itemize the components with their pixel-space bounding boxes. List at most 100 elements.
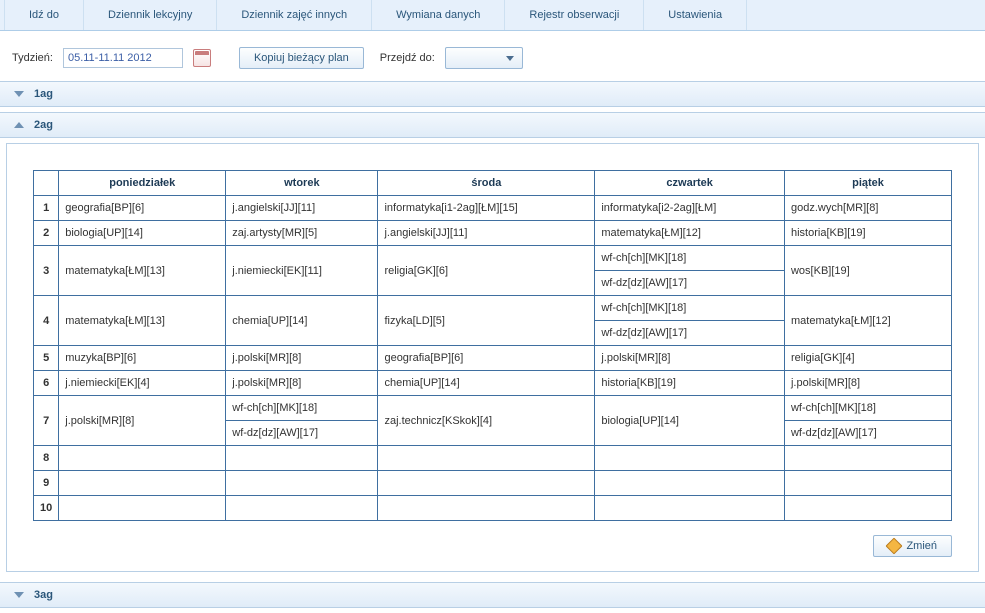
col-thu: czwartek [595, 171, 785, 196]
lesson-cell[interactable] [226, 446, 378, 471]
lesson-cell[interactable]: j.polski[MR][8] [226, 371, 378, 396]
period-num: 10 [34, 496, 59, 521]
table-row: 9 [34, 471, 952, 496]
lesson-cell[interactable]: j.angielski[JJ][11] [378, 221, 595, 246]
lesson-cell[interactable]: fizyka[LD][5] [378, 296, 595, 346]
lesson-cell[interactable]: religia[GK][6] [378, 246, 595, 296]
lesson-cell[interactable]: wos[KB][19] [784, 246, 951, 296]
lesson-cell[interactable]: j.polski[MR][8] [784, 371, 951, 396]
period-num: 2 [34, 221, 59, 246]
goto-select[interactable] [445, 47, 523, 69]
lesson-cell[interactable] [226, 496, 378, 521]
pencil-icon [886, 538, 903, 555]
lesson-cell[interactable]: zaj.technicz[KSkok][4] [378, 396, 595, 446]
table-row: 7 j.polski[MR][8] wf-ch[ch][MK][18]wf-dz… [34, 396, 952, 446]
lesson-cell[interactable]: godz.wych[MR][8] [784, 196, 951, 221]
period-num: 9 [34, 471, 59, 496]
col-fri: piątek [784, 171, 951, 196]
lesson-cell[interactable]: j.polski[MR][8] [226, 346, 378, 371]
lesson-cell[interactable]: j.polski[MR][8] [595, 346, 785, 371]
col-wed: środa [378, 171, 595, 196]
period-num: 1 [34, 196, 59, 221]
toolbar: Tydzień: Kopiuj bieżący plan Przejdź do: [0, 31, 985, 81]
lesson-cell[interactable]: wf-ch[ch][MK][18]wf-dz[dz][AW][17] [784, 396, 951, 446]
section-3ag[interactable]: 3ag [0, 582, 985, 608]
col-number [34, 171, 59, 196]
table-row: 8 [34, 446, 952, 471]
lesson-cell[interactable]: religia[GK][4] [784, 346, 951, 371]
tab-observ[interactable]: Rejestr obserwacji [505, 0, 644, 30]
lesson-cell[interactable] [378, 446, 595, 471]
col-tue: wtorek [226, 171, 378, 196]
period-num: 3 [34, 246, 59, 296]
section-title: 2ag [34, 119, 53, 131]
period-num: 5 [34, 346, 59, 371]
lesson-cell[interactable] [784, 496, 951, 521]
lesson-cell[interactable]: wf-ch[ch][MK][18]wf-dz[dz][AW][17] [226, 396, 378, 446]
tab-goto[interactable]: Idź do [4, 0, 84, 30]
lesson-cell[interactable] [595, 446, 785, 471]
lesson-cell[interactable] [59, 471, 226, 496]
lesson-cell[interactable]: wf-ch[ch][MK][18]wf-dz[dz][AW][17] [595, 296, 785, 346]
section-title: 1ag [34, 88, 53, 100]
lesson-cell[interactable]: historia[KB][19] [595, 371, 785, 396]
lesson-cell[interactable] [378, 471, 595, 496]
goto-label: Przejdź do: [380, 52, 435, 64]
lesson-cell[interactable]: historia[KB][19] [784, 221, 951, 246]
lesson-cell[interactable] [226, 471, 378, 496]
lesson-cell[interactable]: matematyka[ŁM][12] [784, 296, 951, 346]
period-num: 7 [34, 396, 59, 446]
lesson-cell[interactable]: j.niemiecki[EK][11] [226, 246, 378, 296]
timetable-panel: poniedziałek wtorek środa czwartek piąte… [6, 143, 979, 572]
lesson-cell[interactable] [595, 471, 785, 496]
lesson-cell[interactable]: matematyka[ŁM][13] [59, 296, 226, 346]
lesson-cell[interactable]: j.niemiecki[EK][4] [59, 371, 226, 396]
tab-exchange[interactable]: Wymiana danych [372, 0, 505, 30]
lesson-cell[interactable]: wf-ch[ch][MK][18]wf-dz[dz][AW][17] [595, 246, 785, 296]
table-row: 5 muzyka[BP][6] j.polski[MR][8] geografi… [34, 346, 952, 371]
table-row: 10 [34, 496, 952, 521]
chevron-down-icon [506, 56, 514, 61]
edit-button[interactable]: Zmień [873, 535, 952, 557]
section-title: 3ag [34, 589, 53, 601]
copy-plan-button[interactable]: Kopiuj bieżący plan [239, 47, 364, 69]
chevron-up-icon [14, 122, 24, 128]
lesson-cell[interactable]: matematyka[ŁM][12] [595, 221, 785, 246]
col-mon: poniedziałek [59, 171, 226, 196]
lesson-cell[interactable]: biologia[UP][14] [59, 221, 226, 246]
lesson-cell[interactable]: j.polski[MR][8] [59, 396, 226, 446]
lesson-cell[interactable]: zaj.artysty[MR][5] [226, 221, 378, 246]
table-row: 1 geografia[BP][6] j.angielski[JJ][11] i… [34, 196, 952, 221]
lesson-cell[interactable]: j.angielski[JJ][11] [226, 196, 378, 221]
tab-lesson[interactable]: Dziennik lekcyjny [84, 0, 217, 30]
lesson-cell[interactable]: chemia[UP][14] [378, 371, 595, 396]
tab-settings[interactable]: Ustawienia [644, 0, 747, 30]
table-row: 6 j.niemiecki[EK][4] j.polski[MR][8] che… [34, 371, 952, 396]
lesson-cell[interactable]: matematyka[ŁM][13] [59, 246, 226, 296]
week-label: Tydzień: [12, 52, 53, 64]
table-row: 2 biologia[UP][14] zaj.artysty[MR][5] j.… [34, 221, 952, 246]
period-num: 6 [34, 371, 59, 396]
lesson-cell[interactable]: informatyka[i1-2ag][ŁM][15] [378, 196, 595, 221]
lesson-cell[interactable] [59, 496, 226, 521]
week-input[interactable] [63, 48, 183, 68]
lesson-cell[interactable]: geografia[BP][6] [59, 196, 226, 221]
lesson-cell[interactable] [59, 446, 226, 471]
edit-button-label: Zmień [906, 540, 937, 552]
tab-other[interactable]: Dziennik zajęć innych [217, 0, 372, 30]
section-1ag[interactable]: 1ag [0, 81, 985, 107]
lesson-cell[interactable]: biologia[UP][14] [595, 396, 785, 446]
lesson-cell[interactable] [378, 496, 595, 521]
lesson-cell[interactable] [784, 446, 951, 471]
lesson-cell[interactable]: muzyka[BP][6] [59, 346, 226, 371]
lesson-cell[interactable]: informatyka[i2-2ag][ŁM] [595, 196, 785, 221]
lesson-cell[interactable]: geografia[BP][6] [378, 346, 595, 371]
section-2ag[interactable]: 2ag [0, 112, 985, 138]
lesson-cell[interactable] [784, 471, 951, 496]
timetable: poniedziałek wtorek środa czwartek piąte… [33, 170, 952, 521]
calendar-icon[interactable] [193, 49, 211, 67]
lesson-cell[interactable] [595, 496, 785, 521]
lesson-cell[interactable]: chemia[UP][14] [226, 296, 378, 346]
table-row: 4 matematyka[ŁM][13] chemia[UP][14] fizy… [34, 296, 952, 346]
period-num: 8 [34, 446, 59, 471]
